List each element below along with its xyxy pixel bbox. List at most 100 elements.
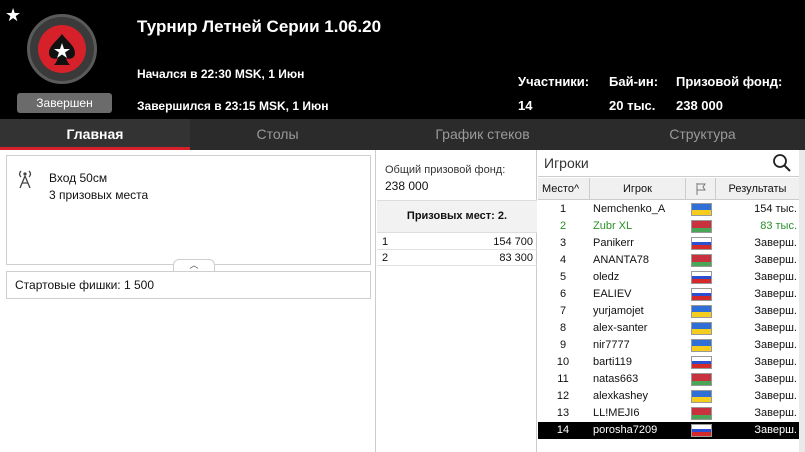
participants-value: 14 bbox=[518, 98, 533, 113]
prize-places-header: Призовых мест: 2. bbox=[377, 200, 537, 233]
player-name: yurjamojet bbox=[593, 305, 644, 317]
player-result: Заверш. bbox=[754, 339, 797, 351]
player-row[interactable]: 3 Panikerr Заверш. bbox=[538, 235, 799, 252]
player-name: ANANTA78 bbox=[593, 254, 650, 266]
scrollbar[interactable] bbox=[799, 150, 805, 452]
player-name: oledz bbox=[593, 271, 620, 283]
prize-pool-label: Общий призовой фонд: bbox=[385, 164, 506, 176]
tab-tables[interactable]: Столы bbox=[190, 119, 365, 150]
player-row[interactable]: 9 nir7777 Заверш. bbox=[538, 337, 799, 354]
player-row[interactable]: 10 barti119 Заверш. bbox=[538, 354, 799, 371]
player-name: nir7777 bbox=[593, 339, 630, 351]
flag-column-icon bbox=[696, 183, 706, 196]
player-place: 6 bbox=[559, 288, 567, 300]
player-row[interactable]: 6 EALIEV Заверш. bbox=[538, 286, 799, 303]
prize-amount: 154 700 bbox=[493, 236, 533, 248]
column-results[interactable]: Результаты bbox=[716, 178, 799, 200]
player-name: Nemchenko_A bbox=[593, 203, 666, 215]
prize-row: 1 154 700 bbox=[377, 234, 537, 250]
player-row[interactable]: 8 alex-santer Заверш. bbox=[538, 320, 799, 337]
country-flag-icon bbox=[691, 220, 712, 233]
buyin-label: Бай-ин: bbox=[609, 74, 659, 89]
player-row[interactable]: 11 natas663 Заверш. bbox=[538, 371, 799, 388]
player-name: LL!MEJI6 bbox=[593, 407, 640, 419]
status-badge: Завершен bbox=[17, 93, 112, 113]
player-result: Заверш. bbox=[754, 373, 797, 385]
player-result: Заверш. bbox=[754, 322, 797, 334]
column-place[interactable]: Место^ bbox=[538, 178, 590, 200]
player-result: Заверш. bbox=[754, 356, 797, 368]
player-name: Panikerr bbox=[593, 237, 634, 249]
player-place: 13 bbox=[556, 407, 570, 419]
prize-pool-value: 238 000 bbox=[385, 179, 429, 193]
buyin-value: 20 тыс. bbox=[609, 98, 656, 113]
country-flag-icon bbox=[691, 254, 712, 267]
player-result: Заверш. bbox=[754, 424, 797, 436]
collapse-chevron-icon[interactable]: ︿ bbox=[173, 259, 215, 271]
country-flag-icon bbox=[691, 271, 712, 284]
player-row[interactable]: 13 LL!MEJI6 Заверш. bbox=[538, 405, 799, 422]
country-flag-icon bbox=[691, 390, 712, 403]
starting-chips-value: 1 500 bbox=[124, 278, 155, 292]
info-panel: Вход 50см 3 призовых места ︿ Стартовые ф… bbox=[0, 150, 376, 452]
pokerstars-logo bbox=[27, 14, 97, 84]
prizepool-value: 238 000 bbox=[676, 98, 723, 113]
player-place: 10 bbox=[556, 356, 570, 368]
end-time: Завершился в 23:15 MSK, 1 Июн bbox=[137, 99, 329, 113]
favorite-star-icon[interactable]: ★ bbox=[5, 6, 21, 24]
player-row[interactable]: 7 yurjamojet Заверш. bbox=[538, 303, 799, 320]
players-table-header: Место^ Игрок Результаты bbox=[538, 178, 805, 200]
country-flag-icon bbox=[691, 237, 712, 250]
player-name: porosha7209 bbox=[593, 424, 658, 436]
player-row[interactable]: 1 Nemchenko_A 154 тыс. bbox=[538, 201, 799, 218]
player-name: Zubr XL bbox=[593, 220, 633, 232]
search-icon[interactable] bbox=[772, 153, 792, 173]
country-flag-icon bbox=[691, 373, 712, 386]
player-place: 2 bbox=[559, 220, 567, 232]
player-result: 154 тыс. bbox=[754, 203, 797, 215]
tab-structure[interactable]: Структура bbox=[600, 119, 805, 150]
tournament-header: ★ Завершен Турнир Летней Серии 1.06.20 Н… bbox=[0, 0, 805, 119]
player-result: 83 тыс. bbox=[760, 220, 797, 232]
antenna-icon bbox=[18, 170, 32, 189]
starting-chips-box: Стартовые фишки: 1 500 bbox=[6, 271, 371, 299]
player-row[interactable]: 2 Zubr XL 83 тыс. bbox=[538, 218, 799, 235]
player-result: Заверш. bbox=[754, 407, 797, 419]
player-row[interactable]: 12 alexkashey Заверш. bbox=[538, 388, 799, 405]
prize-place: 2 bbox=[382, 252, 389, 264]
tab-stack-chart[interactable]: График стеков bbox=[365, 119, 600, 150]
player-place: 14 bbox=[556, 424, 570, 436]
player-row[interactable]: 4 ANANTA78 Заверш. bbox=[538, 252, 799, 269]
player-name: natas663 bbox=[593, 373, 639, 385]
players-panel: Игроки Место^ Игрок Результаты 1 Nemchenk… bbox=[538, 150, 805, 452]
country-flag-icon bbox=[691, 305, 712, 318]
prizes-panel: Общий призовой фонд: 238 000 Призовых ме… bbox=[377, 150, 537, 452]
player-place: 12 bbox=[556, 390, 570, 402]
player-result: Заверш. bbox=[754, 271, 797, 283]
prizepool-label: Призовой фонд: bbox=[676, 74, 783, 89]
starting-chips-label: Стартовые фишки: bbox=[15, 278, 121, 292]
players-search-bar[interactable]: Игроки bbox=[538, 150, 805, 177]
country-flag-icon bbox=[691, 424, 712, 437]
entry-info-box: Вход 50см 3 призовых места ︿ bbox=[6, 155, 371, 271]
player-place: 5 bbox=[559, 271, 567, 283]
player-row[interactable]: 14 porosha7209 Заверш. bbox=[538, 422, 799, 439]
player-name: EALIEV bbox=[593, 288, 632, 300]
player-result: Заверш. bbox=[754, 390, 797, 402]
prize-row: 2 83 300 bbox=[377, 250, 537, 266]
tab-main[interactable]: Главная bbox=[0, 119, 190, 150]
country-flag-icon bbox=[691, 203, 712, 216]
player-place: 8 bbox=[559, 322, 567, 334]
player-result: Заверш. bbox=[754, 305, 797, 317]
column-country[interactable] bbox=[686, 178, 716, 200]
player-name: alex-santer bbox=[593, 322, 648, 334]
player-row[interactable]: 5 oledz Заверш. bbox=[538, 269, 799, 286]
player-place: 9 bbox=[559, 339, 567, 351]
player-name: barti119 bbox=[593, 356, 632, 368]
column-player[interactable]: Игрок bbox=[590, 178, 686, 200]
country-flag-icon bbox=[691, 288, 712, 301]
players-list: 1 Nemchenko_A 154 тыс. 2 Zubr XL 83 тыс. 3 Pani… bbox=[538, 201, 799, 439]
tab-bar: Главная Столы График стеков Структура bbox=[0, 119, 805, 150]
country-flag-icon bbox=[691, 322, 712, 335]
player-place: 4 bbox=[559, 254, 567, 266]
